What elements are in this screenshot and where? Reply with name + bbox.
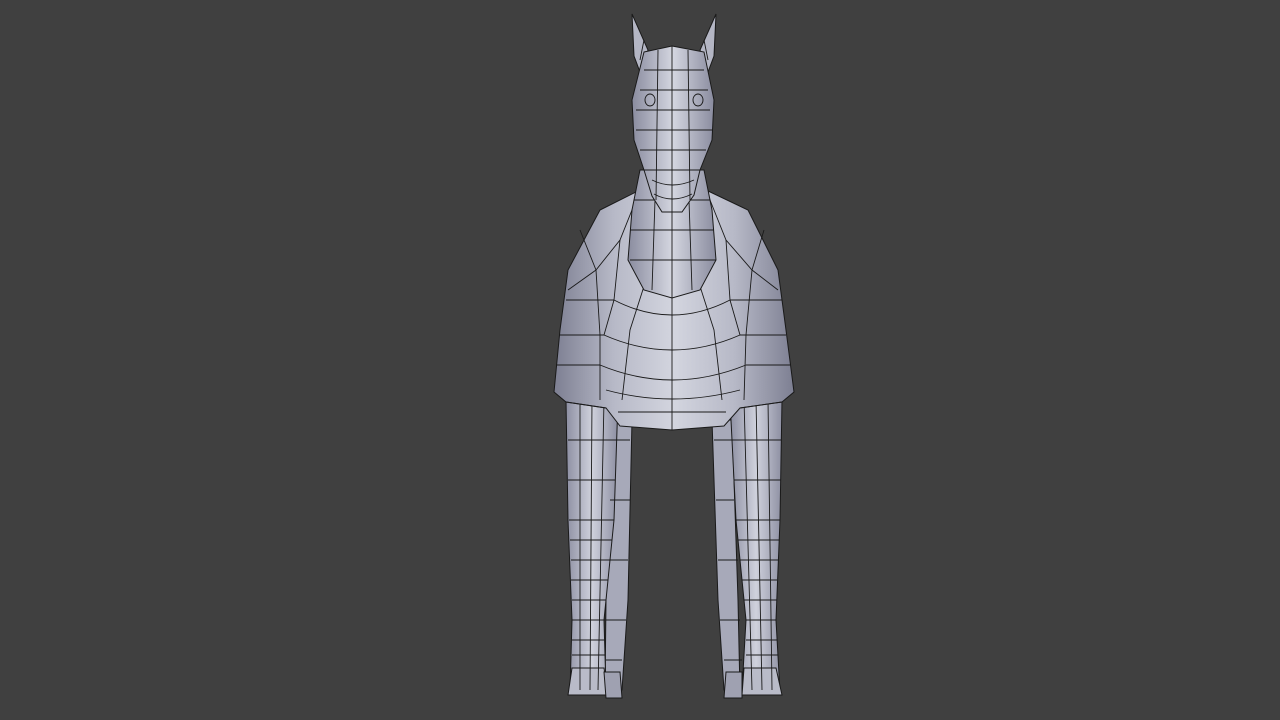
hind-legs	[604, 419, 741, 693]
3d-viewport[interactable]	[0, 0, 1280, 720]
horse-model[interactable]	[0, 0, 1280, 720]
